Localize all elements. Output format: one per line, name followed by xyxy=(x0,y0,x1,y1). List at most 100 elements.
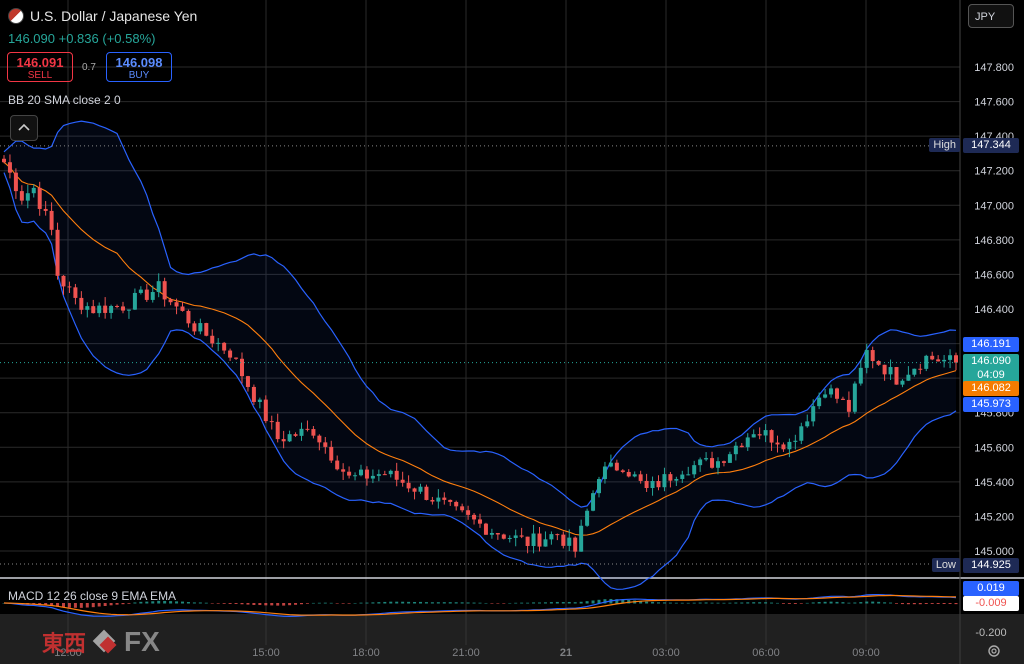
macd-histogram-bar xyxy=(829,601,833,604)
candle-body xyxy=(775,442,780,445)
candle-body xyxy=(597,479,601,494)
macd-histogram-bar xyxy=(817,602,821,604)
candle-body xyxy=(424,486,429,500)
macd-histogram-bar xyxy=(204,602,208,604)
macd-histogram-bar xyxy=(186,602,190,604)
y-tick-label: 145.600 xyxy=(974,442,1014,454)
macd-histogram-bar xyxy=(895,603,898,604)
candle-body xyxy=(656,481,661,488)
macd-histogram-bar xyxy=(246,603,250,605)
candle-body xyxy=(19,191,24,201)
macd-histogram-bar xyxy=(889,602,893,604)
candle-body xyxy=(591,493,596,511)
last-price-tag-value: 146.090 xyxy=(971,355,1011,367)
candle-body xyxy=(745,437,750,448)
macd-histogram-bar xyxy=(228,603,232,604)
macd-histogram-bar xyxy=(555,601,559,604)
candle-body xyxy=(668,474,673,481)
candle-body xyxy=(543,539,548,547)
macd-histogram-bar xyxy=(859,602,863,604)
macd-histogram-bar xyxy=(484,602,488,604)
bb-basis-tag: 146.082 xyxy=(963,381,1019,396)
candle-body xyxy=(13,172,18,192)
candle-body xyxy=(103,305,108,313)
countdown: 04:09 xyxy=(977,369,1005,381)
macd-histogram-bar xyxy=(448,602,452,604)
last-price-tag: 146.090 04:09 xyxy=(963,354,1019,384)
y-tick-label: 146.400 xyxy=(974,304,1014,316)
macd-histogram-bar xyxy=(478,602,482,604)
macd-histogram-bar xyxy=(323,602,327,604)
macd-histogram-bar xyxy=(436,602,440,604)
candle-body xyxy=(156,281,161,293)
candle-body xyxy=(37,187,42,209)
candle-body xyxy=(394,470,399,480)
candle-body xyxy=(144,289,149,300)
macd-histogram-bar xyxy=(579,601,583,604)
macd-histogram-bar xyxy=(930,603,934,604)
macd-histogram-bar xyxy=(793,603,797,604)
indicator-legend[interactable]: BB 20 SMA close 2 0 xyxy=(8,93,121,107)
macd-histogram-bar xyxy=(121,603,125,605)
macd-histogram-bar xyxy=(906,603,910,605)
candle-body xyxy=(793,440,798,442)
candle-body xyxy=(25,193,30,201)
candle-body xyxy=(400,479,405,483)
candle-body xyxy=(733,445,738,455)
candle-body xyxy=(846,399,851,412)
macd-histogram-bar xyxy=(294,603,298,605)
macd-histogram-bar xyxy=(573,602,577,604)
candle-body xyxy=(716,461,720,468)
macd-histogram-bar xyxy=(538,602,541,604)
candle-body xyxy=(353,475,358,477)
candle-body xyxy=(686,474,691,476)
macd-histogram-bar xyxy=(841,602,845,604)
macd-histogram-bar xyxy=(776,602,779,604)
macd-histogram-bar xyxy=(210,603,214,604)
candle-body xyxy=(347,471,352,476)
macd-histogram-bar xyxy=(216,603,220,604)
candle-body xyxy=(739,445,744,448)
price-chart[interactable]: 145.000145.200145.400145.600145.800146.0… xyxy=(0,0,1024,664)
macd-histogram-bar xyxy=(662,602,666,604)
macd-histogram-bar xyxy=(918,603,922,605)
candle-body xyxy=(894,367,899,385)
macd-legend[interactable]: MACD 12 26 close 9 EMA EMA xyxy=(8,589,176,603)
high-value-tag: 147.344 xyxy=(963,138,1019,153)
macd-histogram-bar xyxy=(109,603,113,606)
candle-body xyxy=(126,309,131,311)
macd-histogram-bar xyxy=(746,602,750,604)
macd-histogram-bar xyxy=(764,602,768,604)
buy-button[interactable]: 146.098 BUY xyxy=(106,52,172,82)
candle-body xyxy=(519,535,524,537)
y-tick-label: 147.000 xyxy=(974,200,1014,212)
macd-histogram-bar xyxy=(335,603,339,604)
macd-histogram-bar xyxy=(853,602,857,604)
candle-body xyxy=(109,305,114,313)
candle-body xyxy=(704,458,709,460)
currency-select[interactable]: JPY xyxy=(968,4,1014,28)
candle-body xyxy=(460,506,465,511)
candle-body xyxy=(168,299,173,303)
bb-lower-tag: 145.973 xyxy=(963,397,1019,412)
candle-body xyxy=(680,474,685,479)
buy-label: BUY xyxy=(128,70,150,81)
candle-body xyxy=(269,421,274,423)
macd-histogram-bar xyxy=(401,601,405,604)
collapse-button[interactable] xyxy=(10,115,38,141)
macd-histogram-bar xyxy=(752,602,756,604)
sell-button[interactable]: 146.091 SELL xyxy=(7,52,73,82)
chevron-up-icon xyxy=(18,123,30,131)
candle-body xyxy=(97,305,102,314)
macd-histogram-bar xyxy=(460,602,464,604)
settings-gear-icon[interactable] xyxy=(986,643,1002,659)
macd-histogram-bar xyxy=(734,602,738,604)
macd-histogram-bar xyxy=(787,603,791,604)
candle-body xyxy=(204,323,209,336)
macd-histogram-bar xyxy=(900,603,904,605)
y-tick-label: 147.200 xyxy=(974,166,1014,178)
candle-body xyxy=(305,428,310,430)
macd-histogram-bar xyxy=(728,602,732,604)
macd-histogram-bar xyxy=(198,602,202,604)
spread-value: 0.7 xyxy=(82,62,96,73)
